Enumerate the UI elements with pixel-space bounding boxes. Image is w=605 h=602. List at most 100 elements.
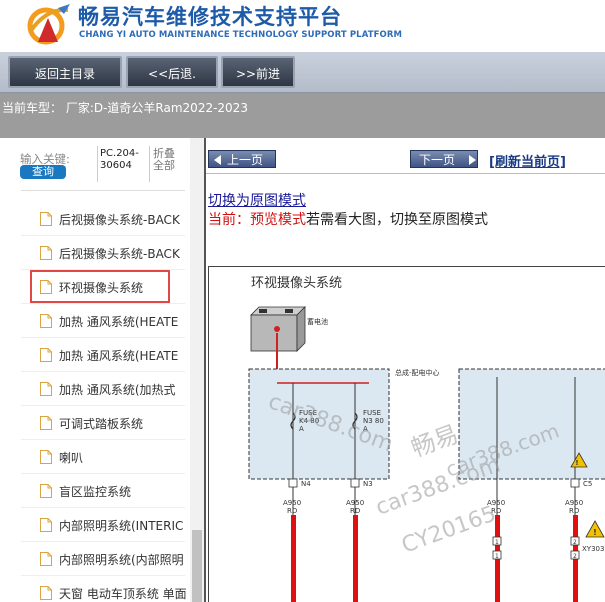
pin-label: N3 <box>363 480 373 488</box>
tree-item[interactable]: 可调式踏板系统 <box>0 406 190 440</box>
page-navigation: 上一页 下一页 [刷新当前页] <box>206 138 605 174</box>
watermark-text: CY20165 <box>399 501 500 558</box>
pin-label: N4 <box>301 480 311 488</box>
tree-item-label: 后视摄像头系统-BACK <box>59 213 180 227</box>
status-hint: 若需看大图，切换至原图模式 <box>306 212 488 228</box>
document-icon <box>40 348 52 362</box>
svg-text:!: ! <box>575 459 578 467</box>
wire-label: RD <box>287 507 297 515</box>
document-icon <box>40 450 52 464</box>
tree-item-label: 环视摄像头系统 <box>59 281 144 295</box>
tree-item-label: 内部照明系统(内部照明 <box>59 553 184 567</box>
document-code-line: 30604 <box>100 160 132 171</box>
red-wire <box>291 515 296 602</box>
status-mode: 预览模式 <box>250 212 306 228</box>
document-icon <box>40 484 52 498</box>
tree-item[interactable]: 加热 通风系统(HEATE <box>0 338 190 372</box>
battery-label: 蓄电池 <box>307 317 328 326</box>
tree-item-label: 内部照明系统(INTERIC <box>59 519 184 533</box>
document-icon <box>40 518 52 532</box>
divider <box>97 146 98 182</box>
tree-item[interactable]: 天窗 电动车顶系统 单面 <box>0 576 190 602</box>
refresh-page-link[interactable]: [刷新当前页] <box>489 151 566 170</box>
tree-item-label: 后视摄像头系统-BACK <box>59 247 180 261</box>
app-subtitle: CHANG YI AUTO MAINTENANCE TECHNOLOGY SUP… <box>79 30 403 40</box>
diagram-title: 环视摄像头系统 <box>251 276 342 291</box>
wire-label: A950 <box>283 499 301 507</box>
content-panel: 上一页 下一页 [刷新当前页] 切换为原图模式 当前：预览模式若需看大图，切换至… <box>206 138 605 602</box>
divider <box>149 146 150 182</box>
prev-page-label: 上一页 <box>227 153 264 167</box>
document-icon <box>40 586 52 600</box>
sidebar-scrollbar-thumb[interactable] <box>192 530 202 602</box>
tree-item-label: 可调式踏板系统 <box>59 417 144 431</box>
current-vehicle-text: 当前车型： 厂家:D-道奇公羊Ram2022-2023 <box>2 101 248 115</box>
next-page-button[interactable]: 下一页 <box>410 150 478 168</box>
wire-label: A950 <box>565 499 583 507</box>
pdc-label: 总成-配电中心 <box>395 368 440 377</box>
document-icon <box>40 416 52 430</box>
svg-text:!: ! <box>593 528 597 537</box>
app-header: 畅易汽车维修技术支持平台 CHANG YI AUTO MAINTENANCE T… <box>0 0 605 52</box>
document-icon <box>40 246 52 260</box>
switch-to-original-link[interactable]: 切换为原图模式 <box>208 190 306 210</box>
top-toolbar: 返回主目录 <<后退. >>前进 <box>0 52 605 93</box>
back-button[interactable]: <<后退. <box>126 56 218 88</box>
tree-item[interactable]: 内部照明系统(内部照明 <box>0 542 190 576</box>
pin-number: 2 <box>573 553 577 560</box>
tree-item-label: 加热 通风系统(HEATE <box>59 315 179 329</box>
chang-yi-logo-icon <box>27 4 70 45</box>
wire-label: A950 <box>346 499 364 507</box>
home-button[interactable]: 返回主目录 <box>8 56 122 88</box>
document-icon <box>40 280 52 294</box>
tree-item[interactable]: 喇叭 <box>0 440 190 474</box>
connector-label: XY303 <box>582 545 604 553</box>
document-code: PC.204- 30604 <box>100 148 146 172</box>
wire-label: RD <box>350 507 360 515</box>
tree-item-label: 加热 通风系统(加热式 <box>59 383 176 397</box>
red-wire <box>353 515 358 602</box>
tree-item[interactable]: 加热 通风系统(HEATE <box>0 304 190 338</box>
tree-item-selected[interactable]: 环视摄像头系统 <box>0 270 190 304</box>
prev-page-button[interactable]: 上一页 <box>208 150 276 168</box>
tree-item-label: 盲区监控系统 <box>59 485 132 499</box>
arrow-right-icon <box>469 155 476 165</box>
document-code-line: PC.204- <box>100 148 139 159</box>
pin-number: 1 <box>495 553 499 560</box>
pin-connector <box>350 478 360 488</box>
status-prefix: 当前： <box>208 212 250 228</box>
pin-number: 1 <box>495 539 499 546</box>
collapse-all-button[interactable]: 折叠 全部 <box>153 148 181 172</box>
wiring-diagram: 环视摄像头系统 蓄电池 总成-配电中心 FUSE K4 80 A FUSE N3… <box>208 266 605 602</box>
current-vehicle-bar: 当前车型： 厂家:D-道奇公羊Ram2022-2023 <box>0 93 605 138</box>
arrow-left-icon <box>214 155 221 165</box>
view-mode-status: 当前：预览模式若需看大图，切换至原图模式 <box>208 209 488 229</box>
document-icon <box>40 314 52 328</box>
document-icon <box>40 382 52 396</box>
wire-label: RD <box>569 507 579 515</box>
pin-number: 2 <box>573 539 577 546</box>
collapse-all-label: 全部 <box>153 159 175 172</box>
tree-item-label: 喇叭 <box>59 451 84 465</box>
next-page-label: 下一页 <box>419 153 456 167</box>
document-icon <box>40 552 52 566</box>
tree-item[interactable]: 后视摄像头系统-BACK <box>0 236 190 270</box>
pin-connector <box>570 478 580 488</box>
pin-connector <box>288 478 298 488</box>
wiring-diagram-canvas: 环视摄像头系统 蓄电池 总成-配电中心 FUSE K4 80 A FUSE N3… <box>248 276 605 602</box>
sidebar: 输入关键: 查询 PC.204- 30604 折叠 全部 后视摄像头系统-BAC… <box>0 138 206 602</box>
forward-button[interactable]: >>前进 <box>221 56 295 88</box>
tree-item-label: 天窗 电动车顶系统 单面 <box>59 587 187 601</box>
document-icon <box>40 212 52 226</box>
tree-item[interactable]: 后视摄像头系统-BACK <box>0 202 190 236</box>
tree-item-label: 加热 通风系统(HEATE <box>59 349 179 363</box>
tree-item[interactable]: 内部照明系统(INTERIC <box>0 508 190 542</box>
fuse2-label: FUSE <box>363 409 381 417</box>
divider <box>21 190 185 191</box>
tree-item[interactable]: 加热 通风系统(加热式 <box>0 372 190 406</box>
search-button[interactable]: 查询 <box>20 165 66 179</box>
tree-item[interactable]: 盲区监控系统 <box>0 474 190 508</box>
pin-label: C5 <box>583 480 592 488</box>
document-tree-list: 后视摄像头系统-BACK 后视摄像头系统-BACK 环视摄像头系统 加热 通风系… <box>0 202 190 602</box>
app-title: 畅易汽车维修技术支持平台 <box>78 5 342 29</box>
